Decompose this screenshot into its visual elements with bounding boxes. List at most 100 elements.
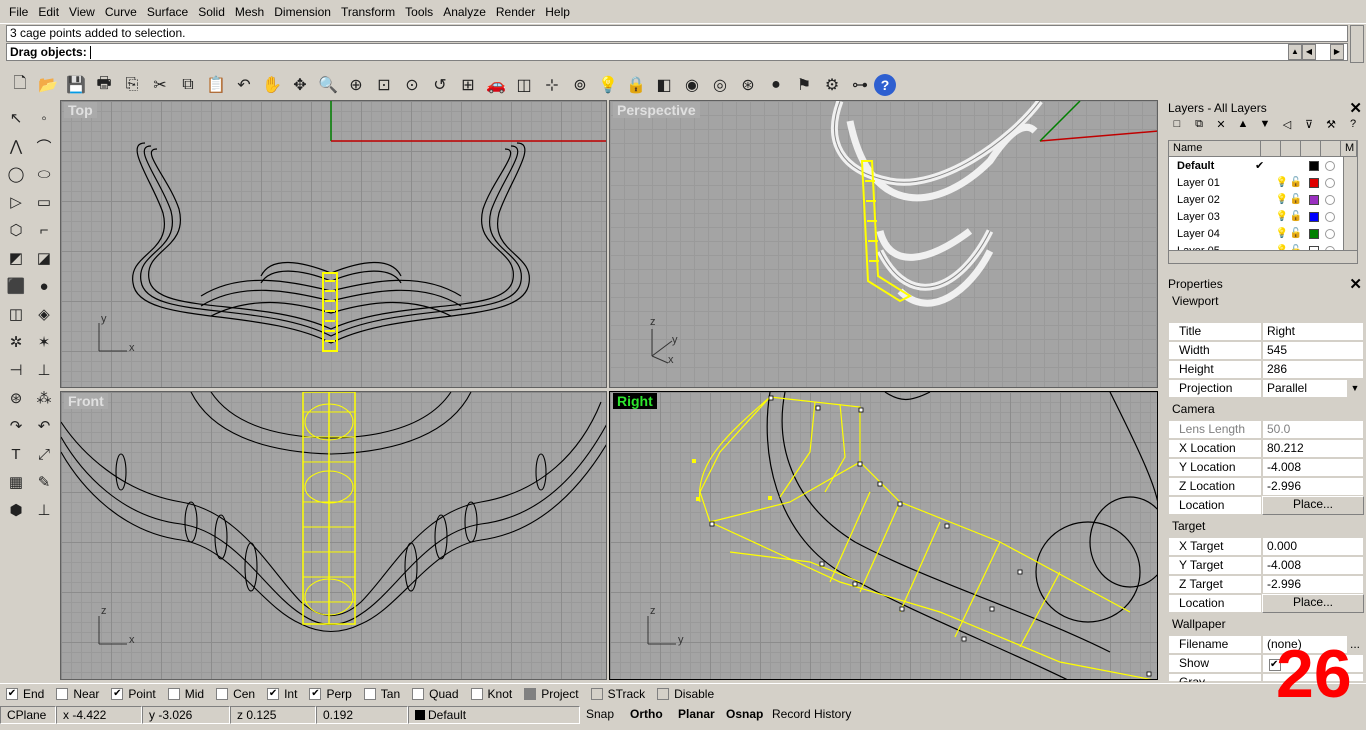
menu-item-analyze[interactable]: Analyze <box>438 0 491 24</box>
undo-icon[interactable]: ↶ <box>230 72 258 98</box>
split-icon[interactable]: ⊥ <box>30 356 58 384</box>
planar-toggle[interactable]: Planar <box>672 706 720 724</box>
zoom-selected-icon[interactable]: ⊙ <box>398 72 426 98</box>
y-target-field[interactable]: -4.008 <box>1262 556 1364 575</box>
select-icon[interactable]: ↖ <box>2 104 30 132</box>
zoom-window-icon[interactable]: ⊕ <box>342 72 370 98</box>
cut-icon[interactable]: ✂ <box>146 72 174 98</box>
x-location-field[interactable]: 80.212 <box>1262 439 1364 458</box>
polyline-icon[interactable]: ⋀ <box>2 132 30 160</box>
move-parent-icon[interactable]: ◁ <box>1278 118 1296 131</box>
place-target-button[interactable]: Place... <box>1262 594 1364 613</box>
osnap-cen[interactable]: Cen <box>216 687 255 701</box>
wireframe-icon[interactable]: ◎ <box>706 72 734 98</box>
menu-item-view[interactable]: View <box>64 0 100 24</box>
snap-toggle[interactable]: Snap <box>580 706 624 724</box>
layer-icon[interactable]: ◧ <box>650 72 678 98</box>
circle-icon[interactable]: ◯ <box>2 160 30 188</box>
osnap-knot[interactable]: Knot <box>470 687 512 701</box>
osnap-int[interactable]: ✔ Int <box>267 687 297 701</box>
copy-icon[interactable]: ⧉ <box>174 72 202 98</box>
place-camera-button[interactable]: Place... <box>1262 496 1364 515</box>
material-icon[interactable] <box>1325 211 1335 222</box>
command-line[interactable]: Drag objects: <box>6 43 1348 61</box>
viewport-title-front[interactable]: Front <box>64 393 108 409</box>
menu-item-curve[interactable]: Curve <box>100 0 142 24</box>
open-icon[interactable]: 📂 <box>34 72 62 98</box>
color-wheel-icon[interactable]: ◉ <box>678 72 706 98</box>
layer-color-swatch[interactable] <box>1309 211 1319 222</box>
material-icon[interactable] <box>1325 177 1335 188</box>
undo-view-icon[interactable]: ↺ <box>426 72 454 98</box>
text-icon[interactable]: T <box>2 440 30 468</box>
lock-icon[interactable]: 🔓 <box>1289 177 1303 188</box>
car-icon[interactable]: 🚗 <box>482 72 510 98</box>
current-layer-indicator[interactable]: Default <box>408 706 580 724</box>
fillet-icon[interactable]: ⌐ <box>30 216 58 244</box>
osnap-toggle[interactable]: Osnap <box>720 706 766 724</box>
layer-row[interactable]: Layer 01 💡 🔓 <box>1169 174 1357 191</box>
layer-row[interactable]: Layer 03 💡 🔓 <box>1169 208 1357 225</box>
new-sublayer-icon[interactable]: ⧉ <box>1190 118 1208 131</box>
osnap-checkbox[interactable] <box>167 687 180 700</box>
viewport-front[interactable]: Front z x <box>60 391 607 680</box>
render-box-icon[interactable]: ⬢ <box>2 496 30 524</box>
boolean-icon[interactable]: ⊛ <box>2 384 30 412</box>
osnap-near[interactable]: Near <box>56 687 99 701</box>
layers-m-header[interactable]: M <box>1341 141 1357 156</box>
blend-icon[interactable]: ↶ <box>30 412 58 440</box>
osnap-checkbox[interactable] <box>412 687 425 700</box>
new-layer-icon[interactable]: □ <box>1168 118 1186 131</box>
point-icon[interactable]: ⊚ <box>566 72 594 98</box>
layers-name-header[interactable]: Name <box>1169 141 1261 156</box>
layer-color-swatch[interactable] <box>1309 177 1319 188</box>
history-spin-icon[interactable]: ▲ <box>1288 44 1302 60</box>
osnap-checkbox[interactable]: ✔ <box>111 687 124 700</box>
layer-row[interactable]: Default ✔ <box>1169 157 1357 174</box>
move-up-icon[interactable]: ▲ <box>1234 118 1252 131</box>
tools-icon[interactable]: ⊶ <box>846 72 874 98</box>
title-field[interactable]: Right <box>1262 322 1364 341</box>
lock-icon[interactable]: 🔓 <box>1289 228 1303 239</box>
rebuild-icon[interactable]: ↷ <box>2 412 30 440</box>
help-icon[interactable]: ? <box>1344 118 1362 131</box>
chevron-down-icon[interactable]: ▼ <box>1347 380 1363 397</box>
layers-hscrollbar[interactable] <box>1168 250 1358 264</box>
osnap-checkbox[interactable] <box>590 687 603 700</box>
print-icon[interactable]: 🖶 <box>90 72 118 98</box>
polygon-icon[interactable]: ⬡ <box>2 216 30 244</box>
osnap-checkbox[interactable]: ✔ <box>6 687 18 700</box>
osnap-point[interactable]: ✔ Point <box>111 687 156 701</box>
pan-icon[interactable]: ✋ <box>258 72 286 98</box>
analyze-icon[interactable]: ✎ <box>30 468 58 496</box>
menu-item-help[interactable]: Help <box>540 0 575 24</box>
gear-icon[interactable]: ✲ <box>2 328 30 356</box>
extrude-icon[interactable]: ◫ <box>2 300 30 328</box>
material-icon[interactable] <box>1325 160 1335 171</box>
y-location-field[interactable]: -4.008 <box>1262 458 1364 477</box>
osnap-disable[interactable]: Disable <box>657 687 714 701</box>
filter-icon[interactable]: ⊽ <box>1300 118 1318 131</box>
four-viewports-icon[interactable]: ⊞ <box>454 72 482 98</box>
point-icon[interactable]: ◦ <box>30 104 58 132</box>
z-location-field[interactable]: -2.996 <box>1262 477 1364 496</box>
osnap-project[interactable]: Project <box>524 687 579 701</box>
record-history-toggle[interactable]: Record History <box>766 706 872 724</box>
osnap-checkbox[interactable]: ✔ <box>309 687 322 700</box>
menu-item-tools[interactable]: Tools <box>400 0 438 24</box>
delete-layer-icon[interactable]: ✕ <box>1212 118 1230 131</box>
dimension-icon[interactable]: ⊥ <box>30 496 58 524</box>
viewport-perspective[interactable]: Perspective z y x <box>609 100 1158 388</box>
light-bulb-icon[interactable]: 💡 <box>1275 228 1289 239</box>
zoom-extents-icon[interactable]: ⊡ <box>370 72 398 98</box>
menu-item-edit[interactable]: Edit <box>33 0 64 24</box>
group-icon[interactable]: ⁂ <box>30 384 58 412</box>
menu-item-surface[interactable]: Surface <box>142 0 193 24</box>
x-target-field[interactable]: 0.000 <box>1262 537 1364 556</box>
light-icon[interactable]: 💡 <box>594 72 622 98</box>
scale-icon[interactable]: ⤢ <box>30 440 58 468</box>
command-scrollbar[interactable] <box>1350 25 1364 63</box>
layers-scrollbar[interactable] <box>1343 157 1357 261</box>
z-target-field[interactable]: -2.996 <box>1262 575 1364 594</box>
surface-icon[interactable]: ◩ <box>2 244 30 272</box>
